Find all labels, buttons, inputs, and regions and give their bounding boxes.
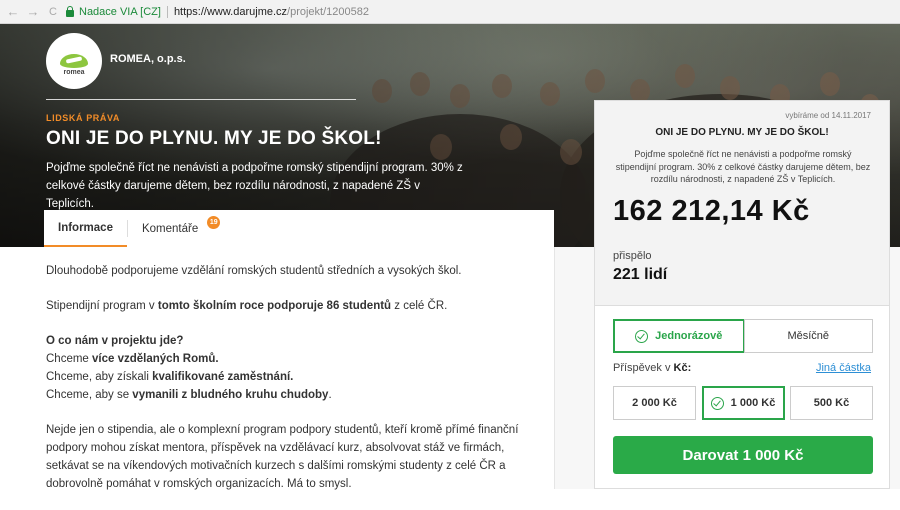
back-icon[interactable]: ← — [6, 4, 20, 19]
org-name[interactable]: ROMEA, o.p.s. — [110, 53, 186, 65]
amount-2000-button[interactable]: 2 000 Kč — [613, 386, 696, 420]
project-tabs: Informace Komentáře 19 — [44, 210, 554, 247]
secure-label: Nadace VIA [CZ] — [79, 5, 161, 18]
check-circle-icon — [710, 396, 724, 410]
reload-icon[interactable]: C — [46, 6, 60, 18]
tab-label: Informace — [58, 221, 113, 234]
address-separator — [166, 5, 168, 18]
logo-text: romea — [63, 69, 85, 76]
frequency-once-label: Jednorázově — [655, 330, 723, 342]
org-logo[interactable]: romea — [46, 33, 102, 89]
romea-logo-icon — [60, 54, 88, 68]
tab-label: Komentáře — [141, 222, 199, 235]
project-description: Pojďme společně říct ne nenávisti a podp… — [46, 162, 463, 210]
collected-amount: 162 212,14 Kč — [613, 195, 810, 227]
donate-button[interactable]: Darovat 1 000 Kč — [613, 436, 873, 474]
address-bar[interactable]: ← → C Nadace VIA [CZ] https://www.darujm… — [0, 0, 900, 24]
goals-heading: O co nám v projektu jde? — [46, 335, 184, 347]
comment-count-badge: 19 — [207, 216, 221, 229]
card-description: Pojďme společně říct ne nenávisti a podp… — [615, 149, 871, 184]
article-paragraph: Nejde jen o stipendia, ale o komplexní p… — [46, 424, 519, 490]
contributors-label: přispělo — [613, 250, 652, 262]
frequency-once-button[interactable]: Jednorázově — [613, 319, 745, 353]
article-paragraph: Dlouhodobě podporujeme vzdělání romských… — [46, 265, 462, 277]
frequency-monthly-label: Měsíčně — [787, 330, 830, 342]
article-paragraph: Stipendijní program v tomto školním roce… — [46, 300, 448, 312]
custom-amount-link[interactable]: Jiná částka — [816, 362, 871, 374]
amount-options: 2 000 Kč 1 000 Kč 500 Kč — [613, 386, 873, 420]
tab-informace[interactable]: Informace — [44, 210, 127, 247]
article-goals: O co nám v projektu jde? Chceme více vzd… — [46, 335, 332, 401]
project-category[interactable]: LIDSKÁ PRÁVA — [46, 113, 120, 123]
project-article: Dlouhodobě podporujeme vzdělání romských… — [46, 262, 546, 510]
forward-icon[interactable]: → — [26, 4, 40, 19]
card-title: ONI JE DO PLYNU. MY JE DO ŠKOL! — [655, 127, 829, 138]
lock-icon — [66, 5, 74, 17]
amount-1000-button[interactable]: 1 000 Kč — [701, 386, 785, 420]
amount-500-button[interactable]: 500 Kč — [790, 386, 873, 420]
check-circle-icon — [635, 329, 649, 343]
amount-label: Příspěvek v Kč: — [613, 362, 692, 374]
donation-card: vybíráme od 14.11.2017 ONI JE DO PLYNU. … — [594, 100, 890, 489]
project-title: ONI JE DO PLYNU. MY JE DO ŠKOL! — [46, 128, 382, 149]
left-gutter — [0, 247, 44, 489]
contributors-count: 221 lidí — [613, 266, 668, 283]
secure-indicator[interactable]: Nadace VIA [CZ] — [66, 5, 161, 18]
hero-divider — [46, 99, 356, 100]
tab-komentare[interactable]: Komentáře 19 — [128, 210, 221, 247]
collection-date: vybíráme od 14.11.2017 — [785, 111, 871, 120]
frequency-monthly-button[interactable]: Měsíčně — [743, 319, 873, 353]
url-path[interactable]: /projekt/1200582 — [287, 6, 369, 18]
card-summary: vybíráme od 14.11.2017 ONI JE DO PLYNU. … — [595, 101, 889, 306]
frequency-selector: Jednorázově Měsíčně — [613, 319, 873, 353]
url-domain[interactable]: https://www.darujme.cz — [174, 6, 287, 18]
